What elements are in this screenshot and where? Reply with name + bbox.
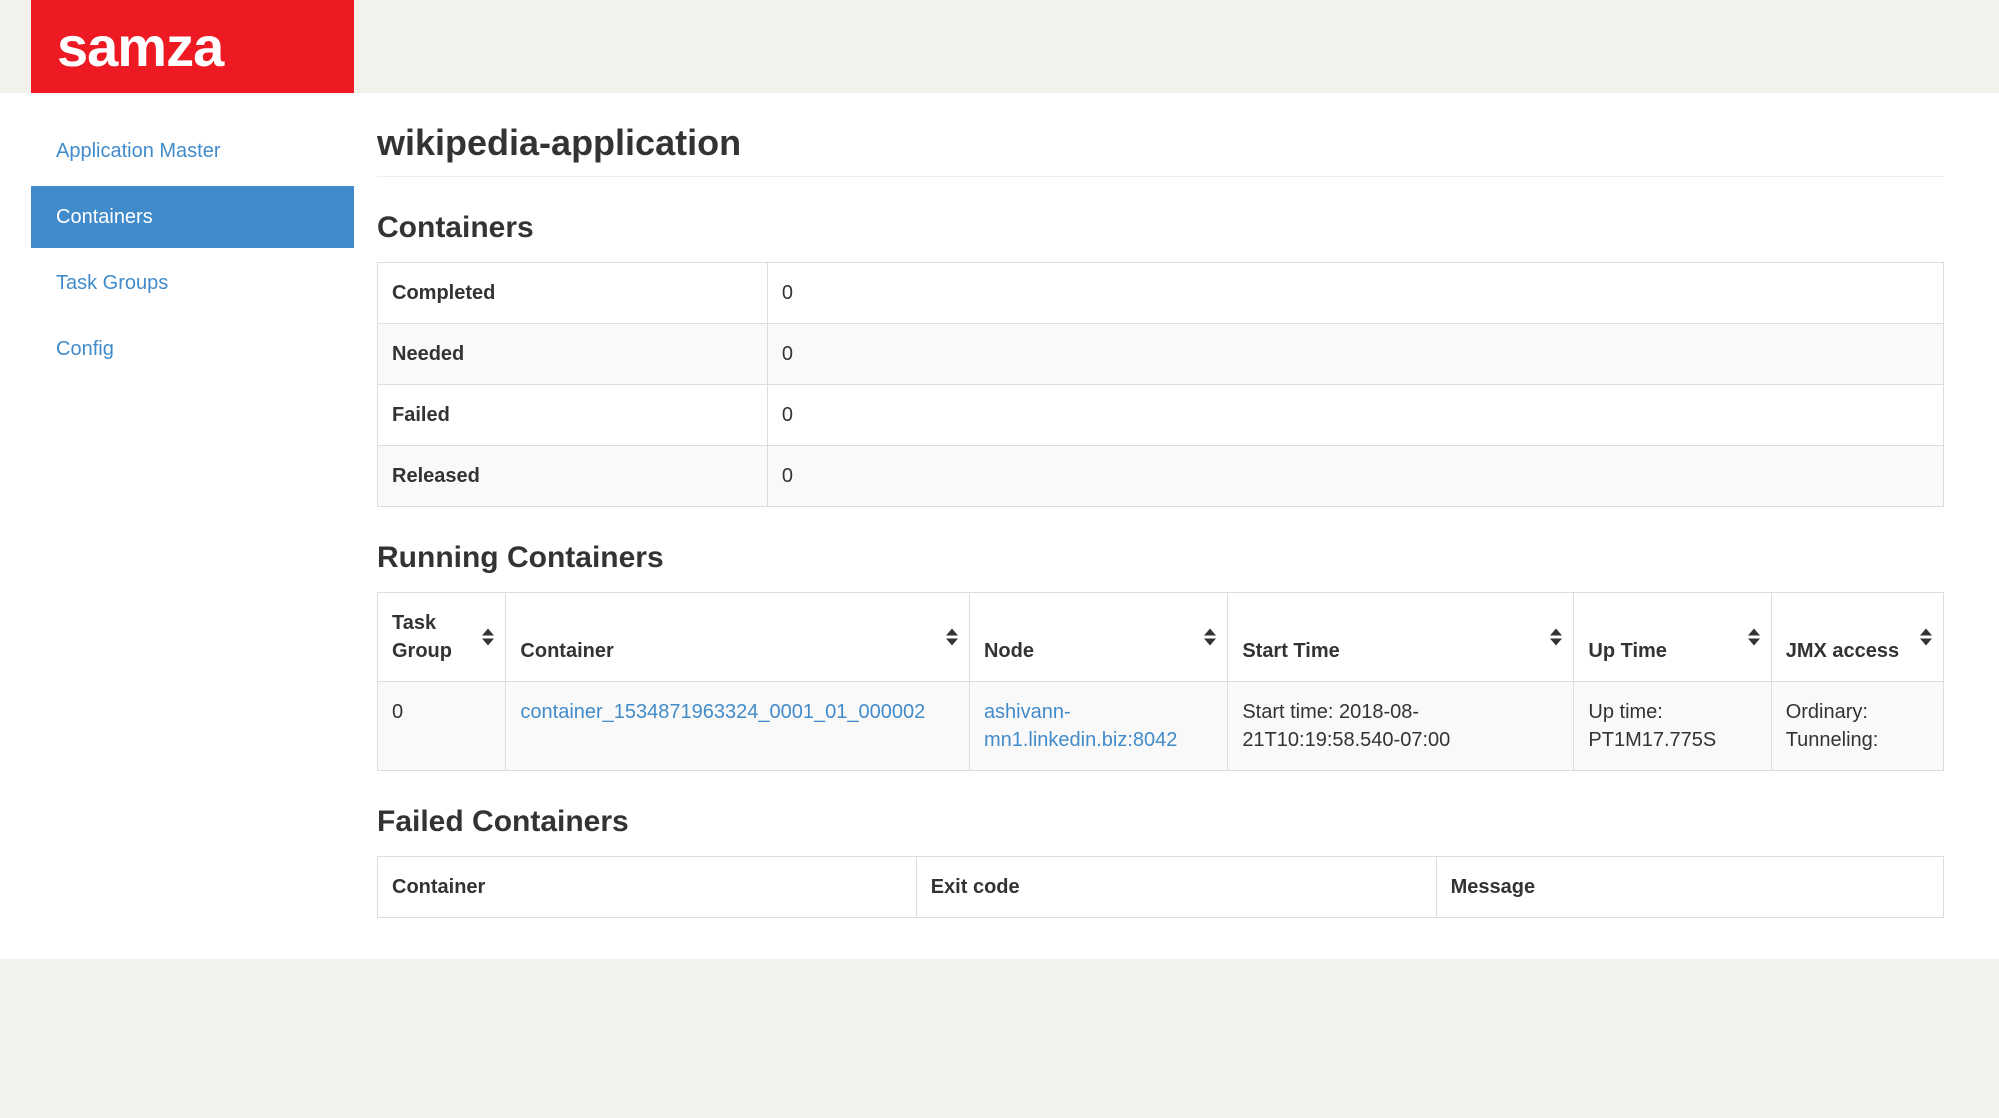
sort-icon [482,629,494,646]
main-area: Application Master Containers Task Group… [0,93,1999,959]
column-header-failed-container: Container [378,857,917,918]
column-header-label: Node [984,640,1034,662]
sort-icon [1550,629,1562,646]
column-header-start-time[interactable]: Start Time [1228,593,1574,682]
column-header-task-group[interactable]: Task Group [378,593,506,682]
summary-value-completed: 0 [767,263,1943,324]
containers-summary-table: Completed 0 Needed 0 Failed 0 Released 0 [377,262,1944,507]
column-header-label: Task Group [392,612,452,662]
sidebar-item-containers[interactable]: Containers [31,186,354,248]
sidebar-nav: Application Master Containers Task Group… [31,120,354,380]
running-containers-heading: Running Containers [377,541,1944,574]
sidebar-item: Task Groups [31,252,354,314]
summary-label-failed: Failed [378,385,768,446]
column-header-up-time[interactable]: Up Time [1574,593,1771,682]
column-header-jmx-access[interactable]: JMX access [1771,593,1943,682]
node-link[interactable]: ashivann-mn1.linkedin.biz:8042 [984,701,1177,751]
running-container-row: 0 container_1534871963324_0001_01_000002… [378,682,1944,771]
table-row: Needed 0 [378,324,1944,385]
sort-icon [1748,629,1760,646]
sidebar-item-config[interactable]: Config [31,318,354,380]
failed-containers-table: Container Exit code Message [377,856,1944,918]
failed-containers-heading: Failed Containers [377,805,1944,838]
column-header-label: Start Time [1242,640,1339,662]
task-group-cell: 0 [378,682,506,771]
container-link[interactable]: container_1534871963324_0001_01_000002 [520,701,925,723]
summary-value-needed: 0 [767,324,1943,385]
table-row: Released 0 [378,446,1944,507]
samza-logo-text: samza [31,19,223,75]
column-header-message: Message [1436,857,1943,918]
summary-label-completed: Completed [378,263,768,324]
sidebar-item: Containers [31,186,354,248]
sort-icon [946,629,958,646]
jmx-access-cell: Ordinary: Tunneling: [1771,682,1943,771]
sort-icon [1920,629,1932,646]
samza-logo[interactable]: samza [31,0,354,93]
summary-label-released: Released [378,446,768,507]
page-title: wikipedia-application [377,123,1944,177]
table-row: Failed 0 [378,385,1944,446]
table-row: Completed 0 [378,263,1944,324]
start-time-cell: Start time: 2018-08-21T10:19:58.540-07:0… [1228,682,1574,771]
container-cell: container_1534871963324_0001_01_000002 [506,682,970,771]
summary-value-failed: 0 [767,385,1943,446]
column-header-label: Container [520,640,613,662]
sidebar-item-task-groups[interactable]: Task Groups [31,252,354,314]
table-header-row: Task Group Container Node Start Tim [378,593,1944,682]
sidebar-item-application-master[interactable]: Application Master [31,120,354,182]
page: samza Application Master Containers Task… [0,0,1999,1118]
sort-icon [1204,629,1216,646]
column-header-container[interactable]: Container [506,593,970,682]
summary-value-released: 0 [767,446,1943,507]
table-header-row: Container Exit code Message [378,857,1944,918]
top-bar: samza [0,0,1999,93]
sidebar-item: Config [31,318,354,380]
containers-heading: Containers [377,211,1944,244]
column-header-exit-code: Exit code [916,857,1436,918]
summary-label-needed: Needed [378,324,768,385]
up-time-cell: Up time: PT1M17.775S [1574,682,1771,771]
column-header-label: Up Time [1588,640,1667,662]
sidebar: Application Master Containers Task Group… [31,93,354,384]
footer-band [0,959,1999,1118]
column-header-label: JMX access [1786,640,1899,662]
node-cell: ashivann-mn1.linkedin.biz:8042 [969,682,1227,771]
running-containers-table: Task Group Container Node Start Tim [377,592,1944,771]
sidebar-item: Application Master [31,120,354,182]
column-header-node[interactable]: Node [969,593,1227,682]
content: wikipedia-application Containers Complet… [377,93,1944,918]
